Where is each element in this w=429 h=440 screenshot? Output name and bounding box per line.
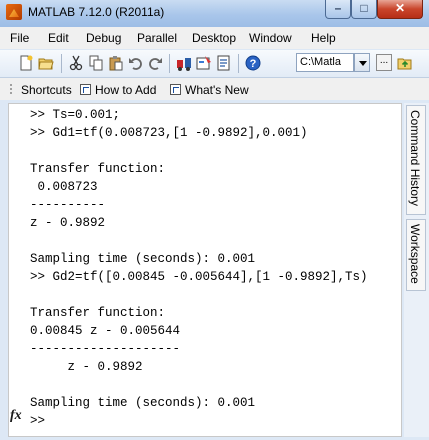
copy-icon[interactable] bbox=[88, 55, 104, 71]
paste-icon[interactable] bbox=[108, 55, 124, 71]
toolbar: ? C:\Matla ... bbox=[0, 50, 429, 78]
output-line: Sampling time (seconds): 0.001 bbox=[30, 396, 256, 410]
browse-folder-button[interactable]: ... bbox=[376, 54, 392, 71]
maximize-button[interactable]: □ bbox=[351, 0, 377, 19]
link-icon bbox=[80, 84, 91, 95]
output-line: -------------------- bbox=[30, 342, 181, 356]
guide-icon[interactable] bbox=[196, 55, 212, 71]
current-folder-input[interactable]: C:\Matla bbox=[296, 53, 354, 72]
command-line: >> Gd2=tf([0.00845 -0.005644],[1 -0.9892… bbox=[30, 270, 368, 284]
tab-workspace[interactable]: Workspace bbox=[406, 219, 426, 291]
undo-icon[interactable] bbox=[128, 55, 144, 71]
link-icon bbox=[170, 84, 181, 95]
profiler-icon[interactable] bbox=[216, 55, 232, 71]
menu-debug[interactable]: Debug bbox=[86, 31, 121, 45]
output-line: z - 0.9892 bbox=[30, 360, 143, 374]
how-to-add-link[interactable]: How to Add bbox=[95, 83, 156, 97]
svg-text:?: ? bbox=[250, 58, 257, 70]
whats-new-link[interactable]: What's New bbox=[185, 83, 249, 97]
tab-command-history[interactable]: Command History bbox=[406, 105, 426, 215]
menu-desktop[interactable]: Desktop bbox=[192, 31, 236, 45]
command-line: >> Gd1=tf(0.008723,[1 -0.9892],0.001) bbox=[30, 126, 308, 140]
current-folder-dropdown[interactable] bbox=[354, 53, 370, 72]
simulink-icon[interactable] bbox=[176, 55, 192, 71]
toolbar-separator bbox=[61, 54, 62, 73]
help-icon[interactable]: ? bbox=[245, 55, 261, 71]
output-line: 0.00845 z - 0.005644 bbox=[30, 324, 181, 338]
menu-file[interactable]: File bbox=[10, 31, 29, 45]
shortcuts-label[interactable]: Shortcuts bbox=[21, 83, 72, 97]
open-folder-icon[interactable] bbox=[38, 55, 54, 71]
command-line: >> Ts=0.001; bbox=[30, 108, 121, 122]
menu-window[interactable]: Window bbox=[249, 31, 292, 45]
matlab-window: MATLAB 7.12.0 (R2011a) – □ ✕ File Edit D… bbox=[0, 0, 429, 440]
output-line: ---------- bbox=[30, 198, 106, 212]
function-browser-icon[interactable]: fx bbox=[10, 408, 22, 424]
tab-workspace-label: Workspace bbox=[408, 224, 422, 284]
grip-icon bbox=[10, 84, 12, 94]
minimize-button[interactable]: – bbox=[325, 0, 351, 19]
side-tab-strip: Command History Workspace bbox=[404, 103, 429, 437]
shortcuts-bar: Shortcuts How to Add What's New bbox=[0, 78, 429, 100]
output-line: 0.008723 bbox=[30, 180, 98, 194]
matlab-logo-icon bbox=[6, 4, 22, 20]
toolbar-separator bbox=[169, 54, 170, 73]
menu-parallel[interactable]: Parallel bbox=[137, 31, 177, 45]
redo-icon[interactable] bbox=[147, 55, 163, 71]
new-file-icon[interactable] bbox=[18, 55, 34, 71]
title-bar[interactable]: MATLAB 7.12.0 (R2011a) – □ ✕ bbox=[0, 0, 429, 27]
menu-help[interactable]: Help bbox=[311, 31, 336, 45]
tab-command-history-label: Command History bbox=[408, 110, 422, 207]
output-line: z - 0.9892 bbox=[30, 216, 106, 230]
close-button[interactable]: ✕ bbox=[377, 0, 423, 19]
output-line: Sampling time (seconds): 0.001 bbox=[30, 252, 256, 266]
output-line: Transfer function: bbox=[30, 306, 166, 320]
menu-edit[interactable]: Edit bbox=[48, 31, 69, 45]
window-title: MATLAB 7.12.0 (R2011a) bbox=[28, 5, 165, 19]
toolbar-separator bbox=[238, 54, 239, 73]
command-window[interactable]: >> Ts=0.001; >> Gd1=tf(0.008723,[1 -0.98… bbox=[8, 103, 402, 437]
cut-icon[interactable] bbox=[68, 55, 84, 71]
output-line: Transfer function: bbox=[30, 162, 166, 176]
up-folder-icon[interactable] bbox=[397, 55, 413, 71]
menu-bar: File Edit Debug Parallel Desktop Window … bbox=[0, 27, 429, 49]
command-prompt[interactable]: >> bbox=[30, 414, 53, 428]
